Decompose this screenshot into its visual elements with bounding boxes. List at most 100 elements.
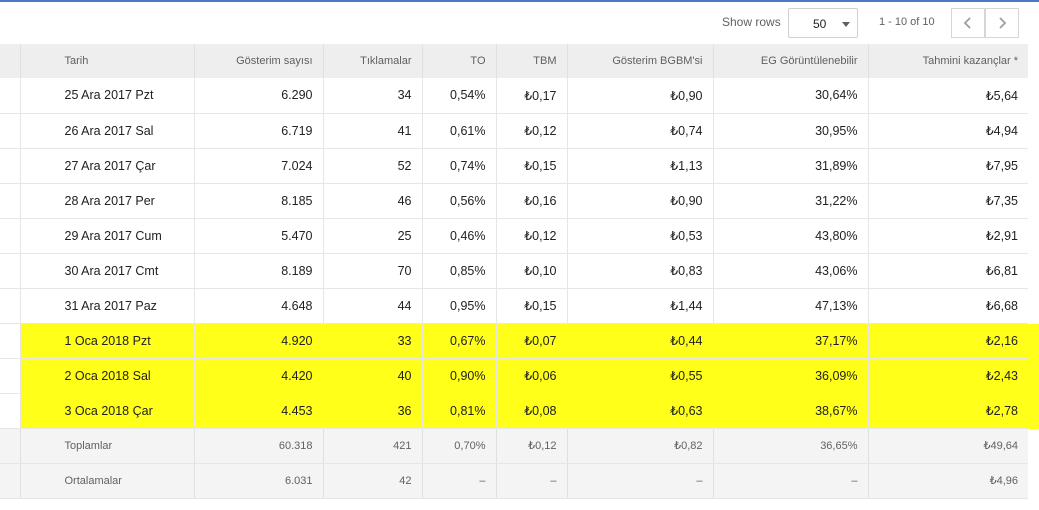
table-row: 28 Ara 2017 Per 8.185 46 0,56% ₺0,16 ₺0,90 31,… [0,183,1028,219]
cell-cpc: ₺0,16 [495,183,567,219]
cell-earnings: ₺2,43 [867,358,1028,394]
averages-earnings: ₺4,96 [867,463,1028,499]
cell-cpc: ₺0,07 [495,323,567,359]
averages-rpm: – [566,463,713,499]
cell-earnings: ₺4,94 [867,113,1028,149]
cell-cpc: ₺0,10 [495,253,567,289]
cell-viewable: 31,89% [712,148,868,184]
totals-row: Toplamlar 60.318 421 0,70% ₺0,12 ₺0,82 3… [0,428,1028,464]
cell-date: 31 Ara 2017 Paz [19,288,194,324]
cell-date: 27 Ara 2017 Çar [19,148,194,184]
table-row: 3 Oca 2018 Çar 4.453 36 0,81% ₺0,08 ₺0,63 38,6… [0,393,1028,429]
cell-impressions: 6.290 [193,78,323,114]
cell-impressions: 6.719 [193,113,323,149]
table-row: 25 Ara 2017 Pzt 6.290 34 0,54% ₺0,17 ₺0,90 30,… [0,78,1028,114]
column-header-rpm[interactable]: Gösterim BGBM'si [566,44,713,78]
cell-ctr: 0,67% [421,323,496,359]
totals-label: Toplamlar [19,428,194,464]
cell-ctr: 0,54% [421,78,496,114]
header-spacer [0,44,20,78]
rows-per-page-value: 50 [813,17,827,31]
cell-impressions: 4.920 [193,323,323,359]
column-header-date[interactable]: Tarih [19,44,194,78]
totals-impressions: 60.318 [193,428,323,464]
totals-viewable: 36,65% [712,428,868,464]
cell-cpc: ₺0,08 [495,393,567,429]
cell-cpc: ₺0,06 [495,358,567,394]
totals-cpc: ₺0,12 [495,428,567,464]
cell-ctr: 0,61% [421,113,496,149]
cell-impressions: 8.185 [193,183,323,219]
table-row: 26 Ara 2017 Sal 6.719 41 0,61% ₺0,12 ₺0,74 30,… [0,113,1028,149]
column-header-viewable[interactable]: EG Görüntülenebilir [712,44,868,78]
column-header-clicks[interactable]: Tıklamalar [322,44,422,78]
cell-impressions: 7.024 [193,148,323,184]
cell-ctr: 0,90% [421,358,496,394]
table-row: 30 Ara 2017 Cmt 8.189 70 0,85% ₺0,10 ₺0,83 43,… [0,253,1028,289]
cell-clicks: 36 [322,393,422,429]
cell-date: 1 Oca 2018 Pzt [19,323,194,359]
cell-ctr: 0,46% [421,218,496,254]
averages-label: Ortalamalar [19,463,194,499]
cell-cpc: ₺0,15 [495,288,567,324]
cell-clicks: 34 [322,78,422,114]
cell-rpm: ₺0,74 [566,113,713,149]
column-header-earnings[interactable]: Tahmini kazançlar * [867,44,1028,78]
cell-date: 29 Ara 2017 Cum [19,218,194,254]
cell-earnings: ₺7,35 [867,183,1028,219]
table-row: 2 Oca 2018 Sal 4.420 40 0,90% ₺0,06 ₺0,55 36,0… [0,358,1028,394]
cell-rpm: ₺0,63 [566,393,713,429]
averages-cpc: – [495,463,567,499]
cell-ctr: 0,95% [421,288,496,324]
totals-clicks: 421 [322,428,422,464]
cell-viewable: 30,64% [712,78,868,114]
table-row: 1 Oca 2018 Pzt 4.920 33 0,67% ₺0,07 ₺0,44 37,1… [0,323,1028,359]
column-header-impressions[interactable]: Gösterim sayısı [193,44,323,78]
cell-date: 25 Ara 2017 Pzt [19,78,194,114]
cell-impressions: 4.648 [193,288,323,324]
cell-cpc: ₺0,12 [495,218,567,254]
averages-row: Ortalamalar 6.031 42 – – – – ₺4,96 [0,463,1028,499]
show-rows-label: Show rows [722,15,781,29]
chevron-right-icon [999,17,1007,29]
column-header-cpc[interactable]: TBM [495,44,567,78]
cell-clicks: 44 [322,288,422,324]
highlight-overflow [1028,324,1039,429]
cell-clicks: 25 [322,218,422,254]
cell-rpm: ₺0,90 [566,183,713,219]
cell-viewable: 31,22% [712,183,868,219]
next-page-button[interactable] [985,8,1019,38]
cell-rpm: ₺0,83 [566,253,713,289]
chevron-left-icon [963,17,971,29]
cell-impressions: 4.420 [193,358,323,394]
cell-rpm: ₺0,90 [566,78,713,114]
cell-earnings: ₺6,68 [867,288,1028,324]
column-header-ctr[interactable]: TO [421,44,496,78]
cell-ctr: 0,56% [421,183,496,219]
cell-ctr: 0,74% [421,148,496,184]
cell-cpc: ₺0,12 [495,113,567,149]
pagination-info: 1 - 10 of 10 [879,16,935,28]
cell-rpm: ₺1,44 [566,288,713,324]
cell-impressions: 5.470 [193,218,323,254]
rows-per-page-select[interactable]: 50 [788,8,858,38]
cell-viewable: 43,80% [712,218,868,254]
table-toolbar: Show rows 50 1 - 10 of 10 [0,2,1039,44]
previous-page-button[interactable] [951,8,985,38]
cell-clicks: 52 [322,148,422,184]
report-table: Tarih Gösterim sayısı Tıklamalar TO TBM … [0,44,1028,499]
totals-ctr: 0,70% [421,428,496,464]
cell-cpc: ₺0,15 [495,148,567,184]
table-header-row: Tarih Gösterim sayısı Tıklamalar TO TBM … [0,44,1028,78]
cell-clicks: 46 [322,183,422,219]
cell-ctr: 0,85% [421,253,496,289]
cell-cpc: ₺0,17 [495,78,567,114]
cell-clicks: 40 [322,358,422,394]
cell-clicks: 70 [322,253,422,289]
cell-rpm: ₺1,13 [566,148,713,184]
cell-viewable: 38,67% [712,393,868,429]
totals-rpm: ₺0,82 [566,428,713,464]
cell-clicks: 41 [322,113,422,149]
cell-viewable: 37,17% [712,323,868,359]
cell-date: 2 Oca 2018 Sal [19,358,194,394]
